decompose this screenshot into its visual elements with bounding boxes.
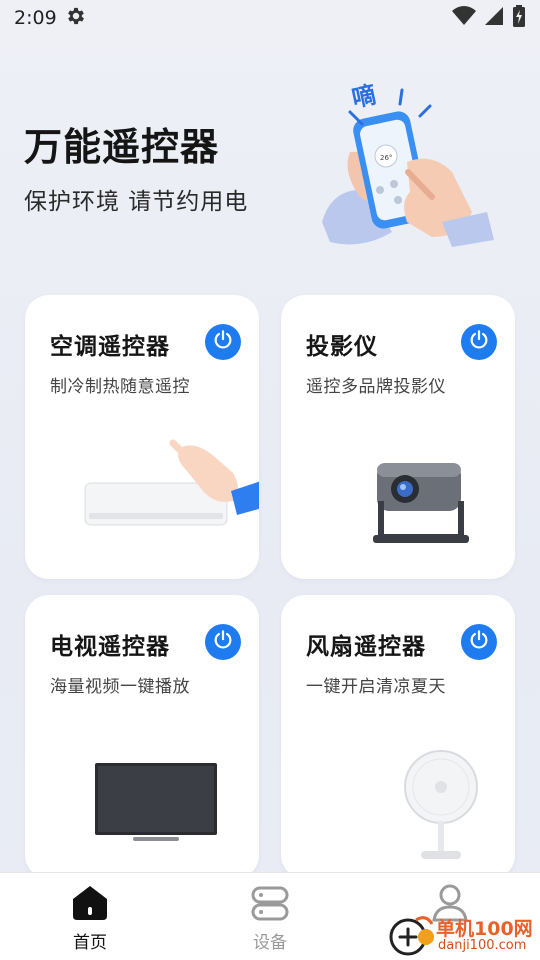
watermark-logo: 单机100网 danji100.com (386, 912, 540, 960)
beep-label: 嘀 (349, 80, 378, 112)
projector-image (373, 455, 469, 555)
card-description: 制冷制热随意遥控 (50, 377, 190, 397)
watermark-sub-text: danji100.com (438, 938, 527, 953)
nav-item-devices[interactable]: 设备 (180, 873, 360, 960)
cellular-signal-icon (484, 6, 504, 31)
card-description: 一键开启清凉夏天 (306, 677, 446, 697)
watermark-icon (389, 916, 434, 956)
power-button[interactable] (205, 624, 241, 660)
card-air-conditioner-remote[interactable]: 空调遥控器 制冷制热随意遥控 (25, 295, 259, 579)
settings-gear-icon (65, 5, 87, 32)
card-title: 投影仪 (306, 334, 378, 360)
card-title: 空调遥控器 (50, 334, 170, 360)
page-subtitle: 保护环境 请节约用电 (24, 189, 249, 215)
air-conditioner-image (83, 435, 259, 539)
nav-item-home[interactable]: 首页 (0, 873, 180, 960)
power-button[interactable] (461, 324, 497, 360)
card-projector-remote[interactable]: 投影仪 遥控多品牌投影仪 (281, 295, 515, 579)
power-button[interactable] (205, 324, 241, 360)
card-title: 风扇遥控器 (306, 634, 426, 660)
power-icon (212, 629, 234, 655)
hand-holding-phone-illustration: 26° 嘀 (312, 72, 502, 252)
page-title: 万能遥控器 (24, 125, 220, 169)
nav-label-home: 首页 (73, 933, 107, 953)
nav-label-devices: 设备 (253, 933, 287, 953)
battery-charging-icon (512, 4, 526, 32)
status-icons (452, 4, 526, 32)
card-tv-remote[interactable]: 电视遥控器 海量视频一键播放 (25, 595, 259, 879)
tv-image (95, 763, 219, 849)
card-description: 遥控多品牌投影仪 (306, 377, 446, 397)
svg-text:26°: 26° (380, 154, 392, 162)
card-title: 电视遥控器 (50, 634, 170, 660)
watermark-main-text: 单机100网 (436, 918, 533, 940)
status-bar: 2:09 (0, 0, 540, 36)
power-button[interactable] (461, 624, 497, 660)
power-icon (468, 329, 490, 355)
wifi-icon (452, 5, 476, 31)
fan-image (401, 749, 481, 865)
card-description: 海量视频一键播放 (50, 677, 190, 697)
power-icon (468, 629, 490, 655)
power-icon (212, 329, 234, 355)
device-icon (250, 883, 290, 923)
card-fan-remote[interactable]: 风扇遥控器 一键开启清凉夏天 (281, 595, 515, 879)
status-time: 2:09 (14, 7, 57, 29)
home-icon (70, 883, 110, 923)
